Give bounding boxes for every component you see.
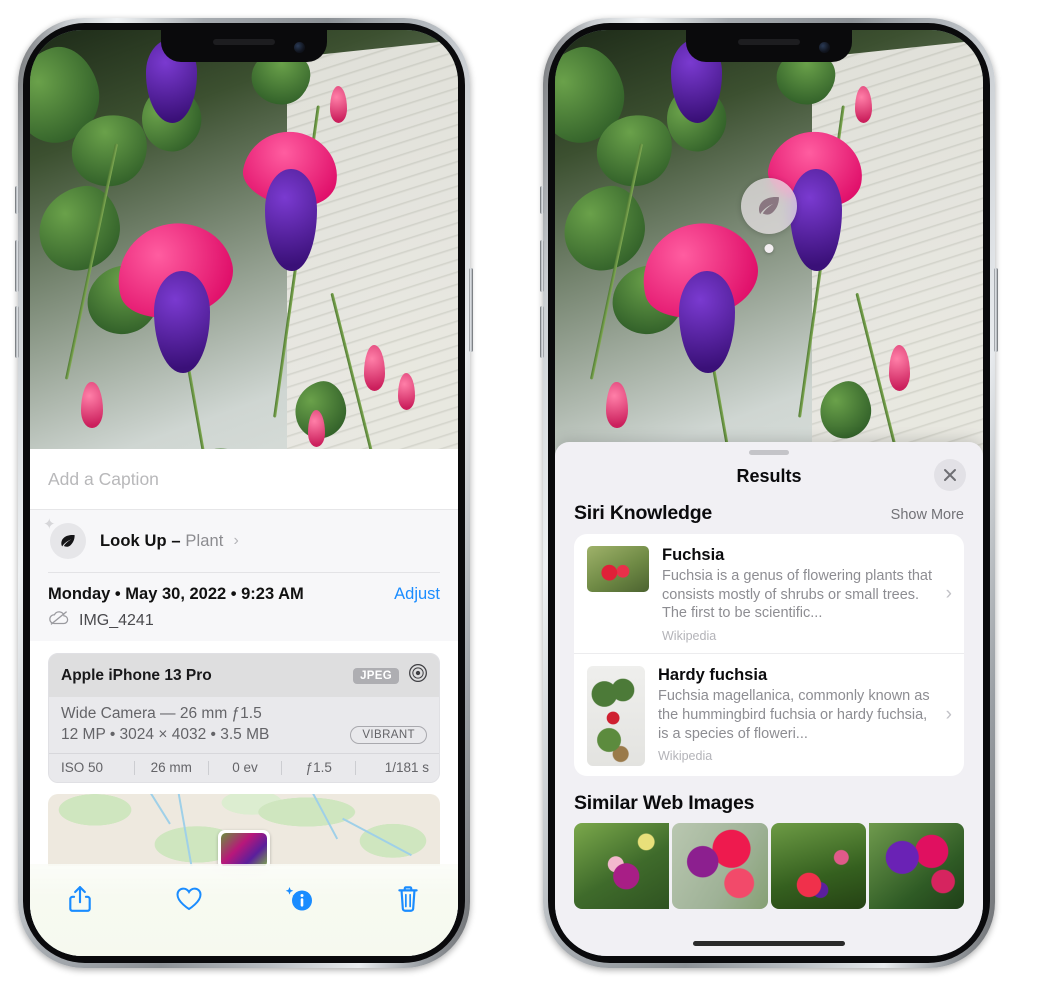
- right-phone-device: Results Siri Knowledge Show More Fuchsia…: [540, 18, 998, 968]
- chevron-right-icon[interactable]: ›: [233, 532, 238, 550]
- photographic-style-badge: VIBRANT: [350, 726, 427, 744]
- mute-switch-right[interactable]: [540, 186, 544, 214]
- look-up-prefix: Look Up –: [100, 531, 186, 550]
- right-phone-screen: Results Siri Knowledge Show More Fuchsia…: [555, 30, 983, 956]
- volume-up-button-left[interactable]: [15, 240, 19, 292]
- volume-down-button-left[interactable]: [15, 306, 19, 358]
- chevron-right-icon[interactable]: ›: [946, 583, 952, 605]
- web-image-tile[interactable]: [770, 823, 866, 910]
- result-thumbnail: [587, 546, 649, 592]
- sparkle-icon: ✦: [43, 516, 56, 533]
- left-phone-screen: Add a Caption ✦ Look Up – Plant › Monday…: [30, 30, 458, 956]
- leaf-icon: ✦: [43, 517, 86, 559]
- camera-model: Apple iPhone 13 Pro: [61, 666, 212, 684]
- notch-left: [161, 30, 327, 62]
- result-source: Wikipedia: [658, 749, 713, 764]
- section-title: Similar Web Images: [574, 792, 755, 815]
- similar-web-images-header: Similar Web Images: [555, 776, 983, 823]
- result-thumbnail: [587, 666, 645, 767]
- visual-look-up-badge[interactable]: [741, 178, 797, 234]
- earpiece-speaker-right: [738, 39, 800, 45]
- left-phone-device: Add a Caption ✦ Look Up – Plant › Monday…: [15, 18, 473, 968]
- info-button[interactable]: [279, 879, 319, 919]
- web-image-tile[interactable]: [672, 823, 768, 910]
- exif-aperture: ƒ1.5: [305, 760, 332, 775]
- power-button-right[interactable]: [994, 268, 998, 352]
- chevron-right-icon[interactable]: ›: [946, 704, 952, 726]
- photo-toolbar: [30, 864, 458, 956]
- exif-shutter: 1/181 s: [384, 760, 429, 775]
- result-source: Wikipedia: [662, 629, 717, 644]
- divider: [48, 572, 440, 573]
- similar-web-images-strip[interactable]: [555, 823, 983, 910]
- share-button[interactable]: [60, 879, 100, 919]
- location-map[interactable]: [48, 794, 440, 866]
- photo-date: Monday • May 30, 2022 • 9:23 AM: [48, 585, 304, 603]
- web-image-tile[interactable]: [868, 823, 964, 910]
- list-item[interactable]: Hardy fuchsia Fuchsia magellanica, commo…: [574, 653, 964, 776]
- knowledge-card: Fuchsia Fuchsia is a genus of flowering …: [574, 534, 964, 777]
- adjust-button[interactable]: Adjust: [394, 585, 440, 604]
- result-description: Fuchsia is a genus of flowering plants t…: [662, 568, 933, 622]
- result-description: Fuchsia magellanica, commonly known as t…: [658, 688, 930, 742]
- exif-row: ISO 50 26 mm 0 ev ƒ1.5 1/181 s: [49, 753, 439, 782]
- earpiece-speaker-left: [213, 39, 275, 45]
- camera-info-card: Apple iPhone 13 Pro JPEG Wide Camera — 2…: [48, 653, 440, 783]
- results-header: Results: [555, 455, 983, 500]
- list-item[interactable]: Fuchsia Fuchsia is a genus of flowering …: [574, 534, 964, 653]
- exif-ev: 0 ev: [232, 760, 258, 775]
- close-button[interactable]: [934, 459, 966, 491]
- delete-button[interactable]: [388, 879, 428, 919]
- notch-right: [686, 30, 852, 62]
- exif-focal: 26 mm: [150, 760, 192, 775]
- volume-down-button-right[interactable]: [540, 306, 544, 358]
- look-up-subject: Plant: [185, 531, 224, 550]
- result-title: Fuchsia: [662, 546, 725, 564]
- mute-switch-left[interactable]: [15, 186, 19, 214]
- result-title: Hardy fuchsia: [658, 666, 768, 685]
- front-camera-right: [819, 42, 830, 53]
- section-title: Siri Knowledge: [574, 502, 713, 524]
- format-badge: JPEG: [353, 667, 399, 684]
- look-up-label: Look Up – Plant: [100, 532, 223, 551]
- front-camera-left: [294, 42, 305, 53]
- photo-info-sheet: Add a Caption ✦ Look Up – Plant › Monday…: [30, 449, 458, 956]
- siri-knowledge-header: Siri Knowledge Show More: [555, 500, 983, 534]
- page-title: Results: [736, 466, 802, 486]
- show-more-button[interactable]: Show More: [891, 507, 964, 523]
- look-up-row[interactable]: ✦ Look Up – Plant ›: [30, 510, 458, 572]
- metadata-block: Monday • May 30, 2022 • 9:23 AM Adjust I…: [30, 572, 458, 641]
- results-sheet: Results Siri Knowledge Show More Fuchsia…: [555, 442, 983, 956]
- screenshot-canvas: Add a Caption ✦ Look Up – Plant › Monday…: [0, 0, 1055, 985]
- power-button-left[interactable]: [469, 268, 473, 352]
- icloud-slash-icon: [48, 610, 70, 631]
- home-indicator-right[interactable]: [693, 941, 845, 946]
- camera-lens: Wide Camera — 26 mm ƒ1.5: [61, 705, 262, 722]
- file-name: IMG_4241: [79, 611, 154, 629]
- volume-up-button-right[interactable]: [540, 240, 544, 292]
- visual-look-up-anchor-dot: [764, 244, 774, 253]
- caption-input[interactable]: Add a Caption: [30, 449, 458, 510]
- map-photo-pin[interactable]: [218, 830, 270, 866]
- exif-iso: ISO 50: [61, 760, 104, 775]
- favorite-button[interactable]: [169, 879, 209, 919]
- web-image-tile[interactable]: [574, 823, 670, 910]
- aperture-icon: [408, 663, 428, 688]
- camera-specs: 12 MP • 3024 × 4032 • 3.5 MB: [61, 726, 270, 743]
